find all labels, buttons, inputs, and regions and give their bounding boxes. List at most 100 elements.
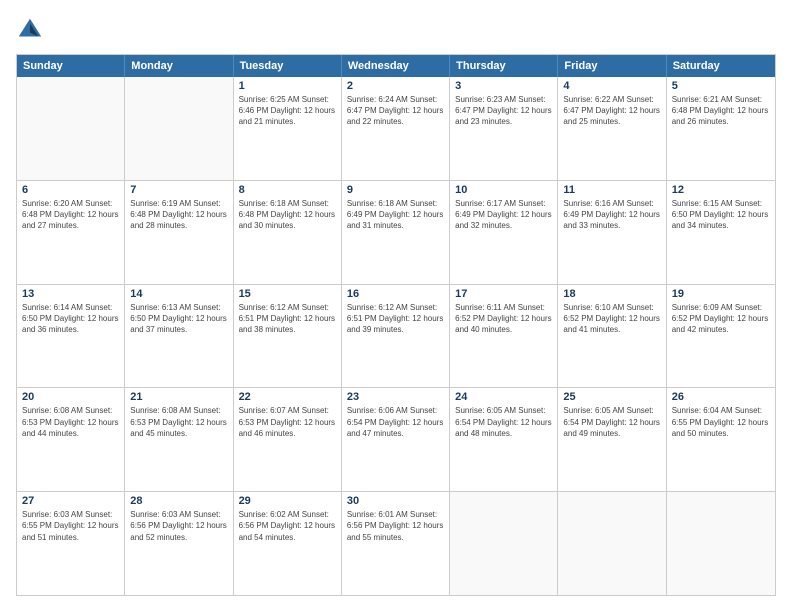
- calendar: SundayMondayTuesdayWednesdayThursdayFrid…: [16, 54, 776, 596]
- day-of-week-saturday: Saturday: [667, 55, 775, 77]
- day-number: 24: [455, 391, 552, 403]
- day-of-week-monday: Monday: [125, 55, 233, 77]
- day-info: Sunrise: 6:03 AM Sunset: 6:55 PM Dayligh…: [22, 509, 119, 543]
- day-number: 25: [563, 391, 660, 403]
- calendar-cell: 16 Sunrise: 6:12 AM Sunset: 6:51 PM Dayli…: [342, 285, 450, 388]
- day-number: 5: [672, 80, 770, 92]
- day-info: Sunrise: 6:17 AM Sunset: 6:49 PM Dayligh…: [455, 198, 552, 232]
- logo: [16, 16, 48, 44]
- day-info: Sunrise: 6:19 AM Sunset: 6:48 PM Dayligh…: [130, 198, 227, 232]
- day-number: 23: [347, 391, 444, 403]
- day-number: 20: [22, 391, 119, 403]
- day-info: Sunrise: 6:18 AM Sunset: 6:49 PM Dayligh…: [347, 198, 444, 232]
- day-info: Sunrise: 6:08 AM Sunset: 6:53 PM Dayligh…: [22, 405, 119, 439]
- day-of-week-thursday: Thursday: [450, 55, 558, 77]
- calendar-cell: 14Sunrise: 6:13 AM Sunset: 6:50 PM Dayli…: [125, 285, 233, 388]
- calendar-row-1: 1Sunrise: 6:25 AM Sunset: 6:46 PM Daylig…: [17, 77, 775, 181]
- day-of-week-tuesday: Tuesday: [234, 55, 342, 77]
- calendar-cell: 5 Sunrise: 6:21 AM Sunset: 6:48 PM Daylig…: [667, 77, 775, 180]
- calendar-cell: 11 Sunrise: 6:16 AM Sunset: 6:49 PM Dayli…: [558, 181, 666, 284]
- page: SundayMondayTuesdayWednesdayThursdayFrid…: [0, 0, 792, 612]
- day-number: 29: [239, 495, 336, 507]
- day-info: Sunrise: 6:08 AM Sunset: 6:53 PM Dayligh…: [130, 405, 227, 439]
- calendar-cell: 26 Sunrise: 6:04 AM Sunset: 6:55 PM Dayli…: [667, 388, 775, 491]
- calendar-row-3: 13Sunrise: 6:14 AM Sunset: 6:50 PM Dayli…: [17, 285, 775, 389]
- day-number: 11: [563, 184, 660, 196]
- day-info: Sunrise: 6:21 AM Sunset: 6:48 PM Dayligh…: [672, 94, 770, 128]
- day-info: Sunrise: 6:04 AM Sunset: 6:55 PM Dayligh…: [672, 405, 770, 439]
- day-info: Sunrise: 6:09 AM Sunset: 6:52 PM Dayligh…: [672, 302, 770, 336]
- calendar-cell: 24Sunrise: 6:05 AM Sunset: 6:54 PM Dayli…: [450, 388, 558, 491]
- day-number: 10: [455, 184, 552, 196]
- calendar-cell: 25 Sunrise: 6:05 AM Sunset: 6:54 PM Dayli…: [558, 388, 666, 491]
- calendar-cell: 13Sunrise: 6:14 AM Sunset: 6:50 PM Dayli…: [17, 285, 125, 388]
- calendar-cell: 9 Sunrise: 6:18 AM Sunset: 6:49 PM Daylig…: [342, 181, 450, 284]
- day-info: Sunrise: 6:07 AM Sunset: 6:53 PM Dayligh…: [239, 405, 336, 439]
- day-info: Sunrise: 6:02 AM Sunset: 6:56 PM Dayligh…: [239, 509, 336, 543]
- calendar-row-2: 6Sunrise: 6:20 AM Sunset: 6:48 PM Daylig…: [17, 181, 775, 285]
- day-number: 3: [455, 80, 552, 92]
- day-number: 6: [22, 184, 119, 196]
- day-info: Sunrise: 6:18 AM Sunset: 6:48 PM Dayligh…: [239, 198, 336, 232]
- day-number: 4: [563, 80, 660, 92]
- day-number: 19: [672, 288, 770, 300]
- calendar-cell: 6Sunrise: 6:20 AM Sunset: 6:48 PM Daylig…: [17, 181, 125, 284]
- calendar-cell: 29 Sunrise: 6:02 AM Sunset: 6:56 PM Dayli…: [234, 492, 342, 595]
- day-number: 16: [347, 288, 444, 300]
- day-info: Sunrise: 6:10 AM Sunset: 6:52 PM Dayligh…: [563, 302, 660, 336]
- day-info: Sunrise: 6:06 AM Sunset: 6:54 PM Dayligh…: [347, 405, 444, 439]
- calendar-cell: 21 Sunrise: 6:08 AM Sunset: 6:53 PM Dayli…: [125, 388, 233, 491]
- day-number: 27: [22, 495, 119, 507]
- calendar-cell: [450, 492, 558, 595]
- day-number: 17: [455, 288, 552, 300]
- calendar-cell: [17, 77, 125, 180]
- calendar-cell: 12Sunrise: 6:15 AM Sunset: 6:50 PM Dayli…: [667, 181, 775, 284]
- day-info: Sunrise: 6:12 AM Sunset: 6:51 PM Dayligh…: [347, 302, 444, 336]
- day-number: 26: [672, 391, 770, 403]
- day-info: Sunrise: 6:05 AM Sunset: 6:54 PM Dayligh…: [563, 405, 660, 439]
- calendar-row-5: 27 Sunrise: 6:03 AM Sunset: 6:55 PM Dayli…: [17, 492, 775, 595]
- calendar-cell: 1Sunrise: 6:25 AM Sunset: 6:46 PM Daylig…: [234, 77, 342, 180]
- day-number: 7: [130, 184, 227, 196]
- day-number: 30: [347, 495, 444, 507]
- calendar-cell: [667, 492, 775, 595]
- day-of-week-wednesday: Wednesday: [342, 55, 450, 77]
- day-number: 21: [130, 391, 227, 403]
- day-info: Sunrise: 6:24 AM Sunset: 6:47 PM Dayligh…: [347, 94, 444, 128]
- calendar-body: 1Sunrise: 6:25 AM Sunset: 6:46 PM Daylig…: [17, 77, 775, 595]
- day-info: Sunrise: 6:11 AM Sunset: 6:52 PM Dayligh…: [455, 302, 552, 336]
- logo-icon: [16, 16, 44, 44]
- day-number: 14: [130, 288, 227, 300]
- calendar-cell: 3 Sunrise: 6:23 AM Sunset: 6:47 PM Daylig…: [450, 77, 558, 180]
- day-info: Sunrise: 6:15 AM Sunset: 6:50 PM Dayligh…: [672, 198, 770, 232]
- day-info: Sunrise: 6:23 AM Sunset: 6:47 PM Dayligh…: [455, 94, 552, 128]
- calendar-cell: 19 Sunrise: 6:09 AM Sunset: 6:52 PM Dayli…: [667, 285, 775, 388]
- calendar-cell: 28 Sunrise: 6:03 AM Sunset: 6:56 PM Dayli…: [125, 492, 233, 595]
- calendar-cell: 10 Sunrise: 6:17 AM Sunset: 6:49 PM Dayli…: [450, 181, 558, 284]
- day-info: Sunrise: 6:01 AM Sunset: 6:56 PM Dayligh…: [347, 509, 444, 543]
- calendar-cell: 7 Sunrise: 6:19 AM Sunset: 6:48 PM Daylig…: [125, 181, 233, 284]
- day-number: 22: [239, 391, 336, 403]
- calendar-cell: 8Sunrise: 6:18 AM Sunset: 6:48 PM Daylig…: [234, 181, 342, 284]
- calendar-cell: 2Sunrise: 6:24 AM Sunset: 6:47 PM Daylig…: [342, 77, 450, 180]
- day-info: Sunrise: 6:25 AM Sunset: 6:46 PM Dayligh…: [239, 94, 336, 128]
- day-info: Sunrise: 6:03 AM Sunset: 6:56 PM Dayligh…: [130, 509, 227, 543]
- calendar-row-4: 20 Sunrise: 6:08 AM Sunset: 6:53 PM Dayli…: [17, 388, 775, 492]
- day-info: Sunrise: 6:16 AM Sunset: 6:49 PM Dayligh…: [563, 198, 660, 232]
- calendar-cell: 17 Sunrise: 6:11 AM Sunset: 6:52 PM Dayli…: [450, 285, 558, 388]
- day-info: Sunrise: 6:12 AM Sunset: 6:51 PM Dayligh…: [239, 302, 336, 336]
- day-number: 28: [130, 495, 227, 507]
- calendar-cell: [558, 492, 666, 595]
- day-of-week-friday: Friday: [558, 55, 666, 77]
- day-number: 18: [563, 288, 660, 300]
- day-number: 9: [347, 184, 444, 196]
- calendar-cell: 22 Sunrise: 6:07 AM Sunset: 6:53 PM Dayli…: [234, 388, 342, 491]
- calendar-cell: 23 Sunrise: 6:06 AM Sunset: 6:54 PM Dayli…: [342, 388, 450, 491]
- calendar-cell: 15 Sunrise: 6:12 AM Sunset: 6:51 PM Dayli…: [234, 285, 342, 388]
- calendar-cell: 30 Sunrise: 6:01 AM Sunset: 6:56 PM Dayli…: [342, 492, 450, 595]
- day-of-week-sunday: Sunday: [17, 55, 125, 77]
- day-number: 15: [239, 288, 336, 300]
- calendar-cell: 4Sunrise: 6:22 AM Sunset: 6:47 PM Daylig…: [558, 77, 666, 180]
- calendar-cell: 18 Sunrise: 6:10 AM Sunset: 6:52 PM Dayli…: [558, 285, 666, 388]
- day-number: 13: [22, 288, 119, 300]
